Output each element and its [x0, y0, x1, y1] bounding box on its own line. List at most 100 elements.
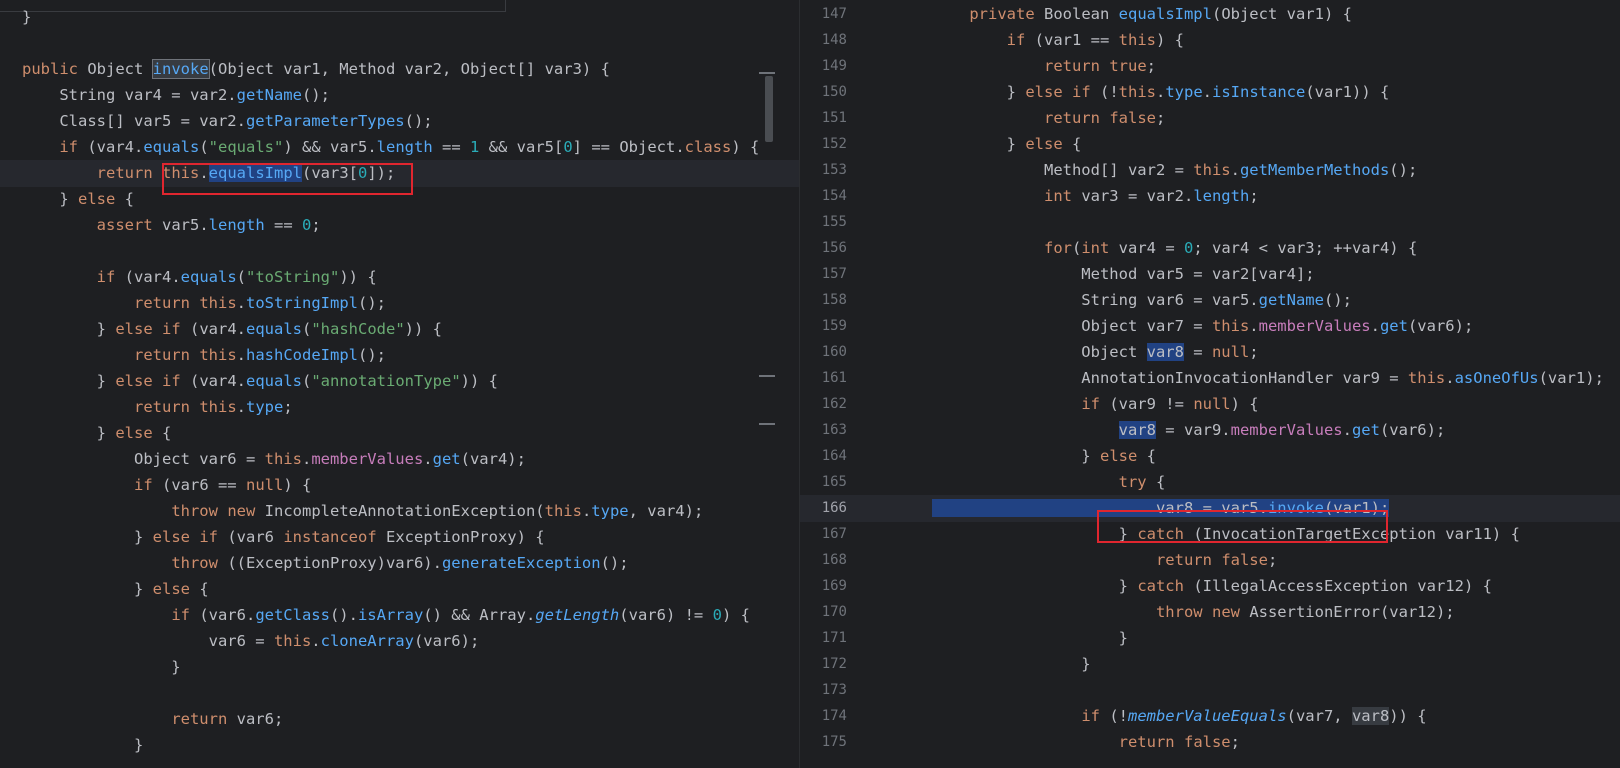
code-line[interactable]: 160 Object var8 = null;	[800, 339, 1620, 366]
code-line[interactable]: 163 var8 = var9.memberValues.get(var6);	[800, 417, 1620, 444]
line-number[interactable]: 151	[800, 105, 847, 132]
code-text: return true;	[1043, 57, 1156, 75]
code-text: }	[22, 658, 181, 676]
code-text: Object var6 = this.memberValues.get(var4…	[22, 450, 526, 468]
code-text: } else {	[932, 447, 1156, 465]
code-line[interactable]: throw ((ExceptionProxy)var6).generateExc…	[0, 550, 799, 577]
code-line[interactable]: 152 } else {	[800, 131, 1620, 158]
code-line[interactable]: 147 private Boolean equalsImpl(Object va…	[800, 1, 1620, 28]
code-text: var8 = var9.memberValues.get(var6);	[1118, 421, 1446, 439]
code-line[interactable]: if (var6 == null) {	[0, 472, 799, 499]
line-number[interactable]: 157	[800, 261, 847, 288]
line-number[interactable]: 165	[800, 469, 847, 496]
code-line[interactable]: 171 }	[800, 625, 1620, 652]
code-line[interactable]: } else if (var4.equals("hashCode")) {	[0, 316, 799, 343]
line-number[interactable]: 163	[800, 417, 847, 444]
code-line[interactable]: } else if (var6 instanceof ExceptionProx…	[0, 524, 799, 551]
line-number[interactable]: 164	[800, 443, 847, 470]
line-number[interactable]: 148	[800, 27, 847, 54]
code-line[interactable]: return var6;	[0, 706, 799, 733]
code-line[interactable]: 153 Method[] var2 = this.getMemberMethod…	[800, 157, 1620, 184]
line-number[interactable]: 168	[800, 547, 847, 574]
code-text: if (var6 == null) {	[133, 476, 312, 494]
line-number[interactable]: 170	[800, 599, 847, 626]
line-number[interactable]: 152	[800, 131, 847, 158]
line-number[interactable]: 166	[800, 495, 847, 522]
line-number[interactable]: 162	[800, 391, 847, 418]
line-number[interactable]: 167	[800, 521, 847, 548]
code-text: }	[22, 736, 144, 754]
code-line[interactable]: return this.type;	[0, 394, 799, 421]
code-line[interactable]: String var4 = var2.getName();	[0, 82, 799, 109]
code-line[interactable]: return this.hashCodeImpl();	[0, 342, 799, 369]
code-line[interactable]: var6 = this.cloneArray(var6);	[0, 628, 799, 655]
code-line[interactable]: if (var6.getClass().isArray() && Array.g…	[0, 602, 799, 629]
code-line[interactable]: } else {	[0, 576, 799, 603]
line-number[interactable]: 147	[800, 1, 847, 28]
highlight-box-invoke-call	[1097, 510, 1388, 543]
code-line[interactable]: }	[0, 4, 799, 31]
code-line[interactable]: 169 } catch (IllegalAccessException var1…	[800, 573, 1620, 600]
code-line[interactable]: 164 } else {	[800, 443, 1620, 470]
code-text: private Boolean equalsImpl(Object var1) …	[969, 5, 1352, 23]
code-text: if (!memberValueEquals(var7, var8)) {	[1081, 707, 1427, 725]
code-line[interactable]: 173	[800, 677, 1620, 704]
line-number[interactable]: 159	[800, 313, 847, 340]
line-number[interactable]: 175	[800, 729, 847, 756]
code-line[interactable]: 158 String var6 = var5.getName();	[800, 287, 1620, 314]
code-line[interactable]: assert var5.length == 0;	[0, 212, 799, 239]
left-editor-pane[interactable]: } public Object invoke(Object var1, Metho…	[0, 0, 799, 768]
code-line[interactable]: Object var6 = this.memberValues.get(var4…	[0, 446, 799, 473]
line-number[interactable]: 160	[800, 339, 847, 366]
code-line[interactable]: 170 throw new AssertionError(var12);	[800, 599, 1620, 626]
code-line[interactable]: } else {	[0, 420, 799, 447]
line-number[interactable]: 155	[800, 209, 847, 236]
code-line[interactable]: if (var4.equals("equals") && var5.length…	[0, 134, 799, 161]
right-editor-pane[interactable]: 147 private Boolean equalsImpl(Object va…	[800, 0, 1620, 768]
line-number[interactable]: 158	[800, 287, 847, 314]
code-line[interactable]: Class[] var5 = var2.getParameterTypes();	[0, 108, 799, 135]
code-text: return this.type;	[133, 398, 293, 416]
line-number[interactable]: 153	[800, 157, 847, 184]
line-number[interactable]: 174	[800, 703, 847, 730]
line-number[interactable]: 169	[800, 573, 847, 600]
code-line[interactable]	[0, 238, 799, 265]
code-line[interactable]: public Object invoke(Object var1, Method…	[0, 56, 799, 83]
code-line[interactable]: 149 return true;	[800, 53, 1620, 80]
code-line[interactable]: 168 return false;	[800, 547, 1620, 574]
code-line[interactable]: 151 return false;	[800, 105, 1620, 132]
code-line[interactable]: } else if (var4.equals("annotationType")…	[0, 368, 799, 395]
code-line[interactable]: 175 return false;	[800, 729, 1620, 756]
code-line[interactable]: 174 if (!memberValueEquals(var7, var8)) …	[800, 703, 1620, 730]
code-text: } catch (IllegalAccessException var12) {	[932, 577, 1492, 595]
code-line[interactable]: 162 if (var9 != null) {	[800, 391, 1620, 418]
code-text: assert var5.length == 0;	[96, 216, 321, 234]
code-line[interactable]: 150 } else if (!this.type.isInstance(var…	[800, 79, 1620, 106]
code-line[interactable]: }	[0, 654, 799, 681]
line-number[interactable]: 149	[800, 53, 847, 80]
code-line[interactable]: if (var4.equals("toString")) {	[0, 264, 799, 291]
code-line[interactable]: return this.toStringImpl();	[0, 290, 799, 317]
line-number[interactable]: 154	[800, 183, 847, 210]
code-line[interactable]: }	[0, 732, 799, 759]
line-number[interactable]: 173	[800, 677, 847, 704]
code-line[interactable]: 172 }	[800, 651, 1620, 678]
code-line[interactable]: 157 Method var5 = var2[var4];	[800, 261, 1620, 288]
code-line[interactable]: 159 Object var7 = this.memberValues.get(…	[800, 313, 1620, 340]
line-number[interactable]: 171	[800, 625, 847, 652]
code-text: Object var8 = null;	[932, 343, 1259, 361]
code-line[interactable]: 155	[800, 209, 1620, 236]
code-line[interactable]: 154 int var3 = var2.length;	[800, 183, 1620, 210]
line-number[interactable]: 161	[800, 365, 847, 392]
code-line[interactable]: throw new IncompleteAnnotationException(…	[0, 498, 799, 525]
code-line[interactable]: 165 try {	[800, 469, 1620, 496]
line-number[interactable]: 156	[800, 235, 847, 262]
line-number[interactable]: 172	[800, 651, 847, 678]
code-line[interactable]: 161 AnnotationInvocationHandler var9 = t…	[800, 365, 1620, 392]
code-line[interactable]	[0, 30, 799, 57]
code-text: } else {	[22, 190, 134, 208]
code-line[interactable]: 148 if (var1 == this) {	[800, 27, 1620, 54]
line-number[interactable]: 150	[800, 79, 847, 106]
code-line[interactable]: 156 for(int var4 = 0; var4 < var3; ++var…	[800, 235, 1620, 262]
code-line[interactable]	[0, 680, 799, 707]
